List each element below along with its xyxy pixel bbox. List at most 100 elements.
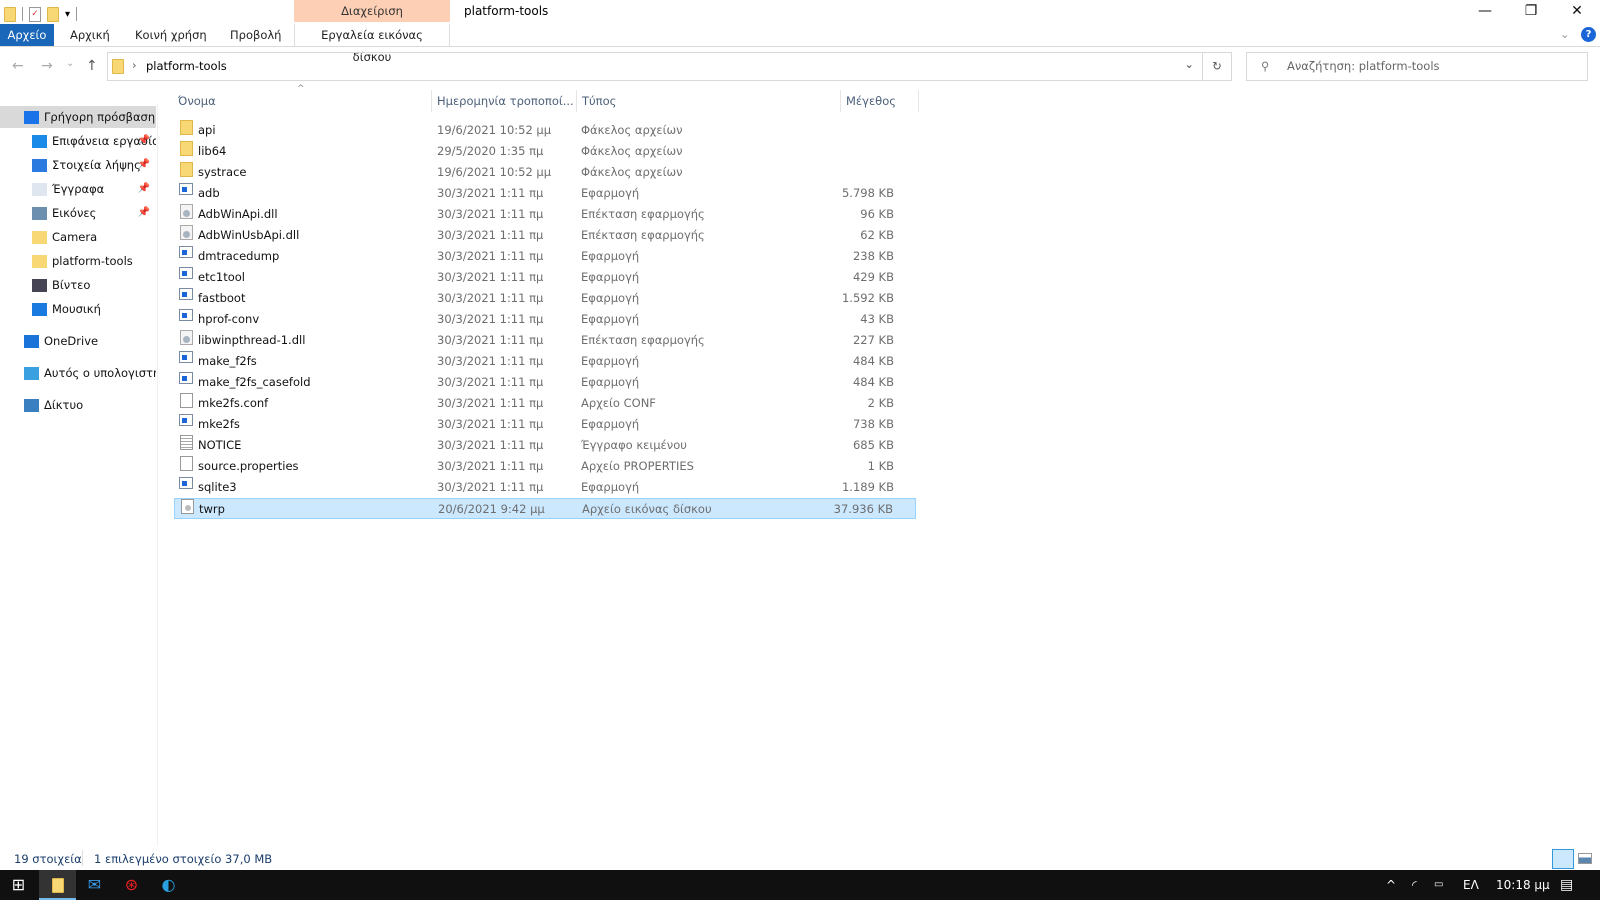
forward-button[interactable]: → bbox=[41, 58, 53, 74]
folder-file-icon bbox=[180, 162, 193, 177]
sidebar-item-γρήγορη-πρόσβαση[interactable]: Γρήγορη πρόσβαση bbox=[0, 106, 156, 128]
column-divider[interactable] bbox=[840, 90, 841, 112]
file-row[interactable]: make_f2fs 30/3/2021 1:11 πμ Εφαρμογή 484 KB bbox=[174, 351, 916, 372]
restore-button[interactable]: ❐ bbox=[1508, 0, 1554, 22]
file-row[interactable]: twrp 20/6/2021 9:42 μμ Αρχείο εικόνας δίσκ… bbox=[174, 498, 916, 519]
file-row[interactable]: make_f2fs_casefold 30/3/2021 1:11 πμ Εφαρμ… bbox=[174, 372, 916, 393]
file-row[interactable]: systrace 19/6/2021 10:52 μμ Φάκελος αρχείω… bbox=[174, 162, 916, 183]
up-button[interactable]: ↑ bbox=[86, 58, 98, 74]
sidebar-item-αυτός-ο-υπολογιστής[interactable]: Αυτός ο υπολογιστής bbox=[0, 362, 156, 384]
file-row[interactable]: source.properties 30/3/2021 1:11 πμ Αρχείο… bbox=[174, 456, 916, 477]
file-date: 20/6/2021 9:42 μμ bbox=[438, 502, 545, 516]
file-row[interactable]: libwinpthread-1.dll 30/3/2021 1:11 πμ Επέκ… bbox=[174, 330, 916, 351]
file-row[interactable]: sqlite3 30/3/2021 1:11 πμ Εφαρμογή 1.189 KB bbox=[174, 477, 916, 498]
battery-icon[interactable]: ▭ bbox=[1434, 870, 1443, 900]
file-type: Εφαρμογή bbox=[581, 417, 640, 431]
edge-taskbar-icon[interactable]: ◐ bbox=[150, 870, 187, 900]
file-row[interactable]: AdbWinUsbApi.dll 30/3/2021 1:11 πμ Επέκτασ… bbox=[174, 225, 916, 246]
folder-icon bbox=[32, 231, 47, 244]
sidebar-item-εικόνες[interactable]: Εικόνες 📌 bbox=[0, 202, 156, 224]
help-icon[interactable]: ? bbox=[1581, 27, 1596, 42]
doc-file-icon bbox=[180, 393, 193, 408]
recent-locations-button[interactable]: ⌄ bbox=[66, 58, 74, 69]
tab-share[interactable]: Κοινή χρήση bbox=[123, 24, 219, 46]
file-size: 429 KB bbox=[852, 270, 894, 284]
sidebar-item-βίντεο[interactable]: Βίντεο bbox=[0, 274, 156, 296]
pictures-icon bbox=[32, 207, 47, 220]
sidebar-item-επιφάνεια-εργασίας[interactable]: Επιφάνεια εργασίας 📌 bbox=[0, 130, 156, 152]
file-row[interactable]: api 19/6/2021 10:52 μμ Φάκελος αρχείων bbox=[174, 120, 916, 141]
file-explorer-taskbar-icon[interactable] bbox=[39, 870, 76, 900]
tab-home[interactable]: Αρχική bbox=[58, 24, 122, 46]
show-hidden-icons[interactable]: ^ bbox=[1386, 870, 1396, 900]
column-header-type[interactable]: Τύπος bbox=[582, 90, 616, 112]
sidebar-item-platform-tools[interactable]: platform-tools bbox=[0, 250, 156, 272]
refresh-button[interactable]: ↻ bbox=[1202, 52, 1232, 81]
divider bbox=[22, 7, 23, 21]
pin-icon[interactable]: 📌 bbox=[138, 202, 150, 224]
pin-icon[interactable]: 📌 bbox=[138, 154, 150, 176]
pin-icon[interactable]: 📌 bbox=[138, 178, 150, 200]
details-view-button[interactable] bbox=[1552, 849, 1574, 869]
clock[interactable]: 10:18 μμ bbox=[1496, 870, 1550, 900]
file-row[interactable]: hprof-conv 30/3/2021 1:11 πμ Εφαρμογή 43 KB bbox=[174, 309, 916, 330]
collapse-ribbon-icon[interactable]: ⌄ bbox=[1560, 24, 1570, 44]
wifi-icon[interactable]: ◜ bbox=[1412, 870, 1417, 900]
start-button[interactable]: ⊞ bbox=[0, 870, 37, 900]
language-indicator[interactable]: ΕΛ bbox=[1463, 870, 1479, 900]
folder-icon bbox=[4, 6, 16, 22]
file-row[interactable]: lib64 29/5/2020 1:35 πμ Φάκελος αρχείων bbox=[174, 141, 916, 162]
mail-taskbar-icon[interactable]: ✉ bbox=[76, 870, 113, 900]
sidebar-item-μουσική[interactable]: Μουσική bbox=[0, 298, 156, 320]
column-divider[interactable] bbox=[576, 90, 577, 112]
pin-icon[interactable]: 📌 bbox=[138, 130, 150, 152]
file-date: 29/5/2020 1:35 πμ bbox=[437, 144, 544, 158]
back-button[interactable]: ← bbox=[12, 58, 24, 74]
address-bar[interactable]: › platform-tools ⌄ bbox=[107, 52, 1203, 81]
column-divider[interactable] bbox=[431, 90, 432, 112]
minimize-button[interactable]: — bbox=[1462, 0, 1508, 22]
sidebar-item-onedrive[interactable]: OneDrive bbox=[0, 330, 156, 352]
sidebar-item-label: Εικόνες bbox=[52, 206, 97, 220]
file-row[interactable]: mke2fs 30/3/2021 1:11 πμ Εφαρμογή 738 KB bbox=[174, 414, 916, 435]
sidebar-item-camera[interactable]: Camera bbox=[0, 226, 156, 248]
file-type: Εφαρμογή bbox=[581, 312, 640, 326]
properties-icon[interactable]: ✓ bbox=[29, 6, 41, 22]
file-name: adb bbox=[198, 186, 220, 200]
column-header-date[interactable]: Ημερομηνία τροποποί... bbox=[437, 90, 574, 112]
address-dropdown-icon[interactable]: ⌄ bbox=[1184, 57, 1194, 71]
file-row[interactable]: dmtracedump 30/3/2021 1:11 πμ Εφαρμογή 238 … bbox=[174, 246, 916, 267]
status-item-count: 19 στοιχεία bbox=[14, 852, 82, 866]
sidebar-item-στοιχεία-λήψης[interactable]: Στοιχεία λήψης 📌 bbox=[0, 154, 156, 176]
file-type: Εφαρμογή bbox=[581, 270, 640, 284]
breadcrumb-platform-tools[interactable]: platform-tools bbox=[146, 59, 227, 73]
file-row[interactable]: AdbWinApi.dll 30/3/2021 1:11 πμ Επέκταση ε… bbox=[174, 204, 916, 225]
file-row[interactable]: NOTICE 30/3/2021 1:11 πμ Έγγραφο κειμένου 6… bbox=[174, 435, 916, 456]
new-folder-icon[interactable] bbox=[47, 6, 59, 22]
file-row[interactable]: mke2fs.conf 30/3/2021 1:11 πμ Αρχείο CONF 2… bbox=[174, 393, 916, 414]
search-input[interactable]: ⚲ Αναζήτηση: platform-tools bbox=[1246, 52, 1588, 81]
breadcrumb-separator[interactable]: › bbox=[132, 58, 137, 72]
file-name: fastboot bbox=[198, 291, 246, 305]
column-header-name[interactable]: Όνομα bbox=[178, 90, 216, 112]
file-row[interactable]: fastboot 30/3/2021 1:11 πμ Εφαρμογή 1.592 K… bbox=[174, 288, 916, 309]
documents-icon bbox=[32, 183, 47, 196]
tab-view[interactable]: Προβολή bbox=[218, 24, 293, 46]
folder-icon bbox=[32, 255, 47, 268]
file-row[interactable]: etc1tool 30/3/2021 1:11 πμ Εφαρμογή 429 KB bbox=[174, 267, 916, 288]
action-center-icon[interactable]: ▤ bbox=[1560, 870, 1573, 900]
tab-disk-image-tools[interactable]: Εργαλεία εικόνας δίσκου bbox=[294, 24, 450, 64]
customize-toolbar-icon[interactable]: ▾ bbox=[65, 9, 70, 20]
app-taskbar-icon[interactable]: ⊛ bbox=[113, 870, 150, 900]
large-icons-view-button[interactable] bbox=[1578, 853, 1592, 864]
close-button[interactable]: ✕ bbox=[1554, 0, 1600, 22]
app-file-icon bbox=[179, 288, 193, 300]
file-row[interactable]: adb 30/3/2021 1:11 πμ Εφαρμογή 5.798 KB bbox=[174, 183, 916, 204]
app-file-icon bbox=[179, 351, 193, 363]
column-header-size[interactable]: Μέγεθος bbox=[846, 90, 896, 112]
sidebar-item-έγγραφα[interactable]: Έγγραφα 📌 bbox=[0, 178, 156, 200]
sidebar-item-δίκτυο[interactable]: Δίκτυο bbox=[0, 394, 156, 416]
file-name: api bbox=[198, 123, 216, 137]
column-divider[interactable] bbox=[918, 90, 919, 112]
tab-file[interactable]: Αρχείο bbox=[0, 24, 54, 46]
